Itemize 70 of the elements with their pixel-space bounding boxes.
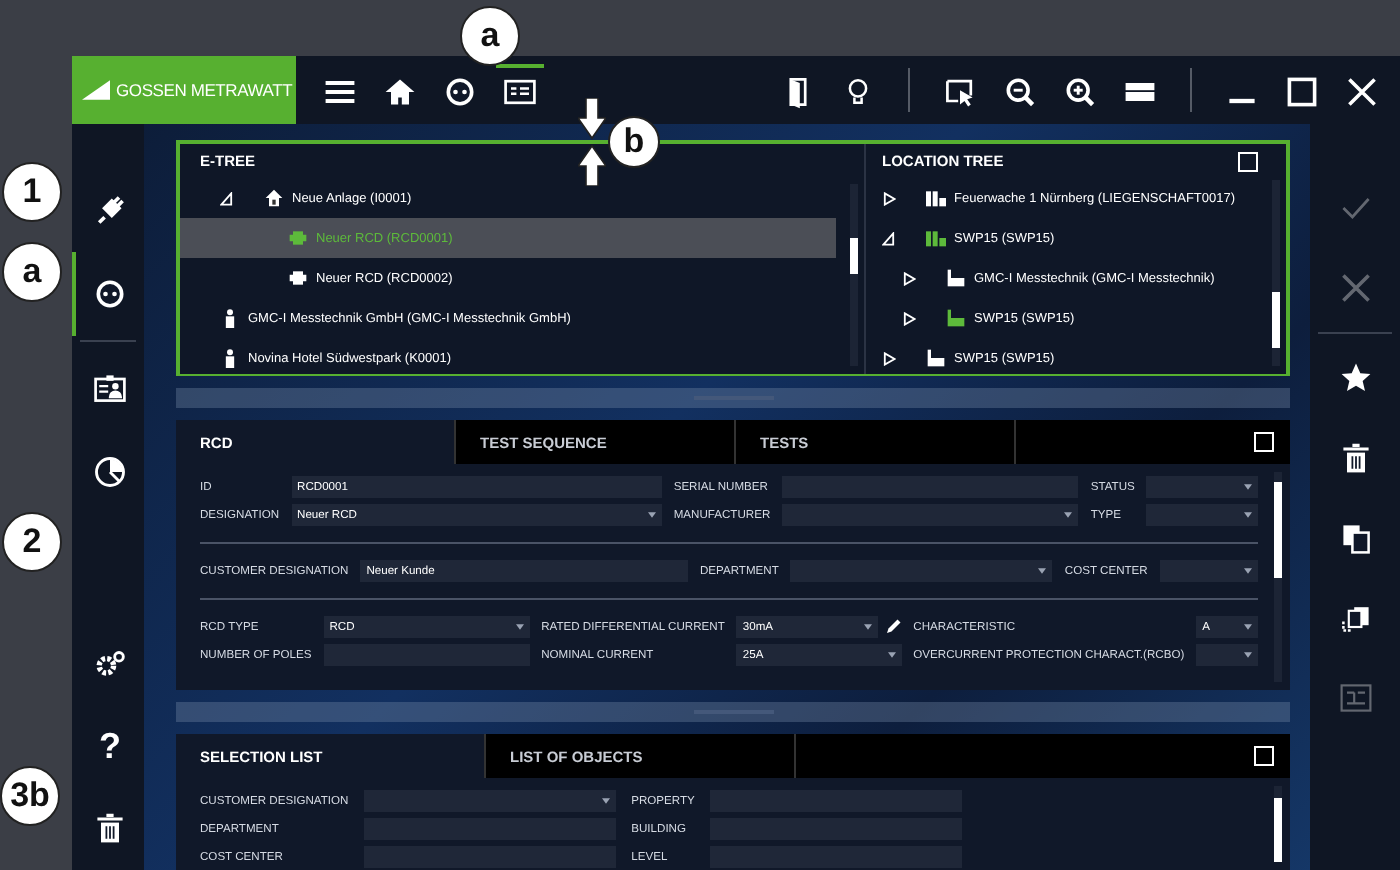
callout-marker: 2	[2, 512, 62, 572]
building-icon	[926, 348, 946, 368]
caret-icon	[1038, 568, 1047, 574]
caret-icon	[515, 624, 524, 630]
person-icon	[220, 308, 240, 328]
collapsed-triangle-icon[interactable]	[902, 311, 916, 325]
id-card-icon[interactable]	[92, 370, 128, 406]
caret-icon	[887, 652, 896, 658]
zoom-out-icon[interactable]	[1002, 74, 1038, 110]
socket-icon[interactable]	[92, 276, 128, 312]
building-icon	[946, 268, 966, 288]
collapsed-triangle-icon[interactable]	[902, 271, 916, 285]
close-icon[interactable]	[1344, 74, 1380, 110]
splitter-handle[interactable]	[176, 388, 1290, 408]
dropdown-field[interactable]	[364, 790, 616, 812]
dropdown-field[interactable]	[1146, 504, 1258, 526]
maximize-button[interactable]	[1254, 746, 1274, 766]
caret-icon	[647, 512, 656, 518]
zoom-in-icon[interactable]	[1062, 74, 1098, 110]
maximize-button[interactable]	[1254, 432, 1274, 452]
person-icon	[220, 348, 240, 368]
splitter-handle[interactable]	[176, 702, 1290, 722]
scrollbar[interactable]	[1274, 472, 1282, 682]
gap-arrows-icon	[578, 98, 606, 186]
rcd-icon	[288, 228, 308, 248]
dropdown-field[interactable]	[1159, 560, 1258, 582]
help-button[interactable]: ?	[72, 706, 144, 786]
property-icon	[926, 228, 946, 248]
panel-icon[interactable]	[502, 74, 538, 110]
logo-text: GOSSEN METRAWATT	[116, 80, 293, 100]
copy-icon[interactable]	[1337, 520, 1373, 556]
trash-icon[interactable]	[1337, 440, 1373, 476]
callout-marker: 1	[2, 162, 62, 222]
caret-icon	[601, 798, 610, 804]
callout-marker: a	[2, 242, 62, 302]
scrollbar[interactable]	[1272, 180, 1280, 366]
collapsed-triangle-icon[interactable]	[882, 191, 896, 205]
pencil-icon[interactable]	[883, 618, 902, 636]
caret-icon	[863, 624, 872, 630]
socket-icon[interactable]	[442, 74, 478, 110]
callout-marker: 3b	[0, 766, 60, 826]
scrollbar[interactable]	[1274, 786, 1282, 862]
pie-icon[interactable]	[92, 454, 128, 490]
caret-icon	[1244, 652, 1252, 658]
select-icon[interactable]	[942, 74, 978, 110]
building-icon	[946, 308, 966, 328]
caret-icon	[1244, 568, 1252, 574]
callout-marker: a	[460, 6, 520, 66]
collapsed-triangle-icon[interactable]	[882, 351, 896, 365]
expanded-triangle-icon[interactable]	[220, 191, 234, 205]
maximize-button[interactable]	[1238, 151, 1258, 171]
caret-icon	[1244, 624, 1252, 630]
gear-icon[interactable]	[92, 646, 128, 682]
dropdown-field[interactable]	[782, 504, 1079, 526]
caret-icon	[1064, 512, 1073, 518]
expanded-triangle-icon[interactable]	[882, 231, 896, 245]
star-icon[interactable]	[1337, 360, 1373, 396]
dropdown-field[interactable]	[1196, 644, 1258, 666]
trash-icon[interactable]	[92, 810, 128, 846]
rcd-icon	[288, 268, 308, 288]
home-icon[interactable]	[382, 74, 418, 110]
dropdown-field[interactable]	[790, 560, 1053, 582]
plug-icon[interactable]	[92, 192, 128, 228]
dropdown-field[interactable]	[1146, 476, 1258, 498]
caret-icon	[1244, 512, 1252, 518]
maximize-icon[interactable]	[1284, 74, 1320, 110]
house-icon	[264, 188, 284, 208]
triangle-logo-icon	[82, 78, 110, 102]
property-icon	[926, 188, 946, 208]
caret-icon	[1244, 484, 1252, 490]
